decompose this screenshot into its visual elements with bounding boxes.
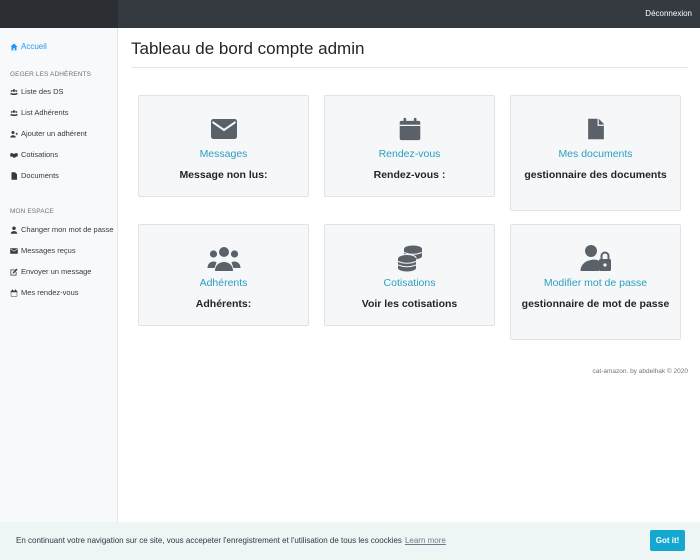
envelope-icon [10,247,18,254]
sidebar-home-label: Accueil [21,42,47,51]
title-divider [131,67,688,68]
card-title: Rendez-vous [378,148,441,160]
cookie-message: En continuant votre navigation sur ce si… [16,536,446,545]
cookie-banner: En continuant votre navigation sur ce si… [0,522,700,560]
card-title: Messages [199,148,248,160]
sidebar-item-my-appointments[interactable]: Mes rendez-vous [10,288,79,297]
card-title: Cotisations [383,277,436,289]
sidebar: Accueil GEGER LES ADHÉRENTS Liste des DS… [0,28,118,560]
sidebar-item-contributions[interactable]: Cotisations [10,150,58,159]
card-text: Adhérents: [195,298,252,310]
card-icon-wrap [511,115,680,143]
card-text: gestionnaire des documents [524,169,667,181]
users-icon [207,247,240,271]
card-messages[interactable]: Messages Message non lus: [138,95,309,197]
card-members[interactable]: Adhérents Adhérents: [138,224,309,326]
sidebar-item-label: Liste des DS [21,87,64,96]
card-appointments[interactable]: Rendez-vous Rendez-vous : [324,95,495,197]
file-icon [11,171,17,180]
user-plus-icon [10,130,18,137]
card-icon-wrap [325,115,494,143]
card-title: Mes documents [558,148,633,160]
envelope-icon [210,119,237,139]
sidebar-item-label: Documents [21,171,59,180]
users-icon [10,109,18,116]
card-contributions[interactable]: Cotisations Voir les cotisations [324,224,495,326]
sidebar-item-received-messages[interactable]: Messages reçus [10,246,76,255]
sidebar-item-change-password[interactable]: Changer mon mot de passe [10,225,114,234]
calendar-icon [10,289,18,296]
top-navbar: Déconnexion [0,0,700,28]
card-text: gestionnaire de mot de passe [521,298,670,310]
handshake-icon [10,152,18,158]
page-title: Tableau de bord compte admin [131,39,365,58]
sidebar-item-label: Mes rendez-vous [21,288,79,297]
coins-icon [397,245,422,272]
user-lock-icon [580,245,611,271]
file-icon [587,118,604,140]
cookie-message-text: En continuant votre navigation sur ce si… [16,536,402,545]
cookie-accept-button[interactable]: Got it! [650,530,685,551]
sidebar-item-ds-list[interactable]: Liste des DS [10,87,64,96]
sidebar-item-label: Changer mon mot de passe [21,225,114,234]
logout-link[interactable]: Déconnexion [645,9,692,18]
card-title: Modifier mot de passe [543,277,648,289]
sidebar-section-heading-members: GEGER LES ADHÉRENTS [10,71,92,78]
calendar-icon [399,117,420,141]
sidebar-item-documents[interactable]: Documents [10,171,59,180]
sidebar-item-label: Cotisations [21,150,59,159]
learn-more-link[interactable]: Learn more [405,536,446,545]
sidebar-item-label: Ajouter un adhérent [21,129,87,138]
user-icon [10,226,18,234]
card-icon-wrap [511,244,680,272]
card-title: Adhérents [199,277,248,289]
sidebar-item-send-message[interactable]: Envoyer un message [10,267,91,276]
card-icon-wrap [139,244,308,272]
card-icon-wrap [325,244,494,272]
sidebar-item-label: List Adhérents [21,108,69,117]
card-documents[interactable]: Mes documents gestionnaire des documents [510,95,681,211]
card-text: Rendez-vous : [373,169,446,181]
card-text: Message non lus: [179,169,268,181]
card-text: Voir les cotisations [361,298,458,310]
sidebar-item-members-list[interactable]: List Adhérents [10,108,69,117]
sidebar-item-home[interactable]: Accueil [10,42,47,51]
footer-credit: cat-amazon. by abdelhak © 2020 [592,368,689,375]
card-change-password[interactable]: Modifier mot de passe gestionnaire de mo… [510,224,681,340]
edit-icon [10,268,18,275]
card-icon-wrap [139,115,308,143]
home-icon [10,43,18,50]
sidebar-item-add-member[interactable]: Ajouter un adhérent [10,129,87,138]
sidebar-item-label: Messages reçus [21,246,76,255]
main-content: Tableau de bord compte admin Messages Me… [118,28,700,560]
sidebar-section-heading-my-space: MON ESPACE [10,208,54,215]
navbar-brand-area [0,0,118,28]
sidebar-item-label: Envoyer un message [21,267,92,276]
users-icon [10,88,18,95]
